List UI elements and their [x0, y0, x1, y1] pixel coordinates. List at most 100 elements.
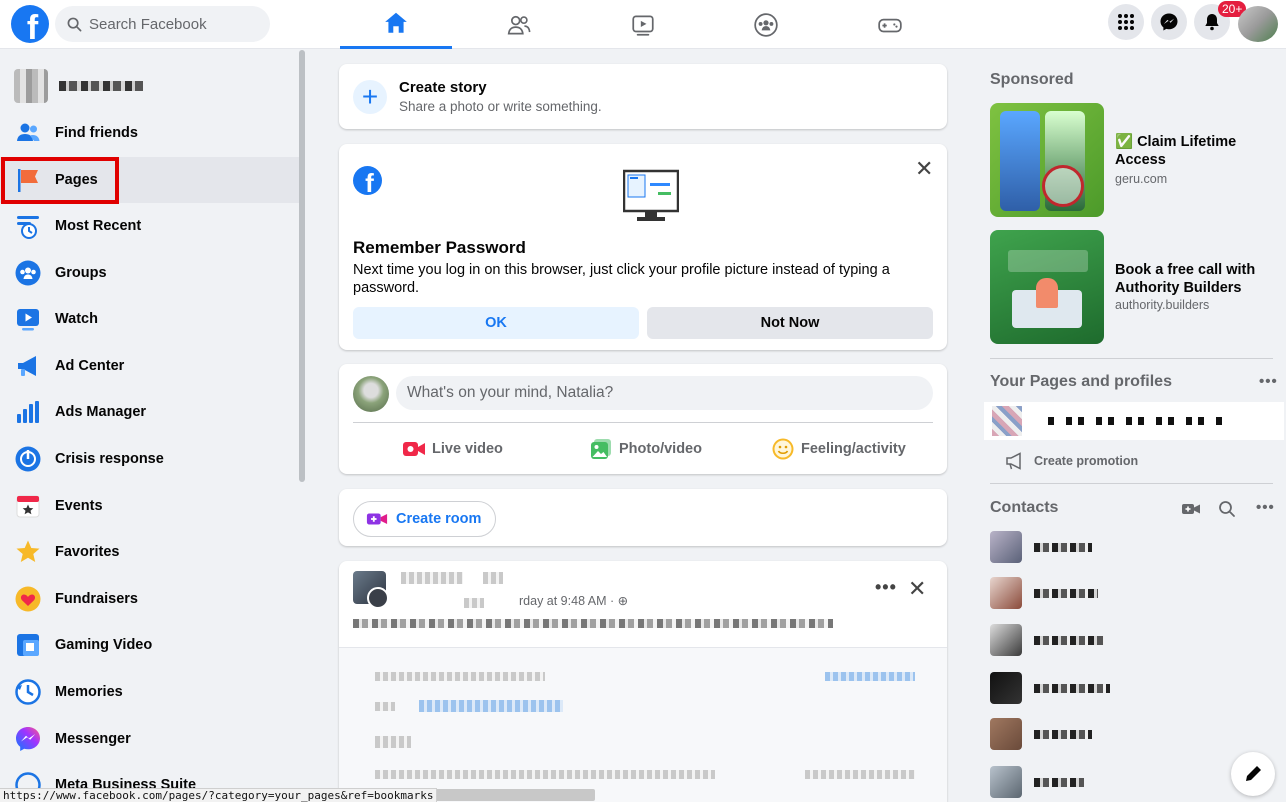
sponsored-heading: Sponsored — [990, 71, 1074, 88]
create-room-label: Create room — [396, 511, 482, 527]
star-icon — [14, 538, 42, 566]
preview-text-redacted — [805, 770, 915, 779]
more-options-icon[interactable]: ••• — [1259, 373, 1278, 390]
preview-text-redacted — [375, 672, 545, 681]
create-story-card[interactable]: + Create story Share a photo or write so… — [339, 64, 947, 129]
sidebar-item-events[interactable]: Events — [0, 483, 300, 529]
sidebar-item-ad-center[interactable]: Ad Center — [0, 343, 300, 389]
sidebar-item-most-recent[interactable]: Most Recent — [0, 203, 300, 249]
photo-video-button[interactable]: Photo/video — [589, 430, 702, 468]
sidebar-item-gaming-video[interactable]: Gaming Video — [0, 622, 300, 668]
contact-item[interactable] — [990, 714, 1260, 754]
preview-text-redacted — [375, 702, 395, 711]
ok-button[interactable]: OK — [353, 307, 639, 339]
profile-shortcut[interactable] — [8, 64, 218, 108]
facebook-logo[interactable]: f — [11, 5, 49, 43]
feeling-activity-button[interactable]: Feeling/activity — [771, 430, 906, 468]
live-video-button[interactable]: Live video — [402, 430, 503, 468]
messenger-button[interactable] — [1151, 4, 1187, 40]
tab-home[interactable] — [340, 0, 452, 49]
ad-title[interactable]: Book a free call with Authority Builders — [1115, 261, 1275, 297]
live-video-label: Live video — [432, 441, 503, 457]
sidebar-item-label: Most Recent — [55, 218, 142, 234]
ad-image[interactable] — [990, 230, 1104, 344]
post-timestamp-text: rday at 9:48 AM · — [519, 594, 618, 608]
sidebar-item-ads-manager[interactable]: Ads Manager — [0, 389, 300, 435]
remember-password-title: Remember Password — [353, 238, 526, 257]
sidebar-item-pages[interactable]: Pages — [0, 157, 300, 203]
groups-icon — [14, 259, 42, 287]
status-bar-url: https://www.facebook.com/pages/?category… — [0, 788, 438, 802]
tab-friends[interactable] — [463, 0, 575, 49]
monitor-illustration-icon — [623, 169, 679, 221]
sidebar-item-label: Pages — [55, 172, 98, 188]
post-timestamp[interactable]: rday at 9:48 AM · ⊕ — [519, 593, 628, 608]
ad-image[interactable] — [990, 103, 1104, 217]
sidebar-item-label: Ad Center — [55, 358, 125, 374]
search-input[interactable] — [89, 15, 259, 33]
avatar[interactable] — [353, 376, 389, 412]
more-options-icon[interactable]: ••• — [875, 577, 897, 598]
ad-domain: authority.builders — [1115, 298, 1210, 312]
create-room-button[interactable]: Create room — [353, 501, 497, 537]
photo-video-icon — [591, 439, 611, 459]
sidebar-item-watch[interactable]: Watch — [0, 296, 300, 342]
watch-icon — [14, 305, 42, 333]
sidebar-scrollbar[interactable] — [299, 50, 305, 482]
contact-name-redacted — [1034, 729, 1092, 739]
close-icon[interactable]: ✕ — [915, 158, 933, 180]
post-author-redacted[interactable] — [401, 572, 463, 584]
watch-icon — [632, 14, 654, 36]
ad-headline-graphic — [1008, 250, 1088, 272]
sidebar-item-messenger[interactable]: Messenger — [0, 716, 300, 762]
more-options-icon[interactable]: ••• — [1256, 499, 1275, 516]
sidebar-item-groups[interactable]: Groups — [0, 250, 300, 296]
avatar — [990, 672, 1022, 704]
divider — [990, 483, 1273, 484]
sidebar-item-label: Memories — [55, 684, 123, 700]
link-preview[interactable] — [339, 647, 947, 802]
contact-item[interactable] — [990, 762, 1260, 802]
contact-item[interactable] — [990, 620, 1260, 660]
magnifier-graphic — [1042, 165, 1084, 207]
contact-item[interactable] — [990, 527, 1260, 567]
sidebar-item-find-friends[interactable]: Find friends — [0, 110, 300, 156]
facebook-logo-letter: f — [26, 9, 39, 43]
friends-icon — [14, 119, 42, 147]
crisis-icon — [14, 445, 42, 473]
search-box[interactable] — [55, 6, 270, 42]
top-bar: f 20+ — [0, 0, 1286, 49]
new-room-icon[interactable] — [1181, 499, 1201, 519]
sidebar-item-fundraisers[interactable]: Fundraisers — [0, 576, 300, 622]
sidebar-item-memories[interactable]: Memories — [0, 669, 300, 715]
avatar — [990, 718, 1022, 750]
account-avatar[interactable] — [1238, 6, 1278, 42]
tab-watch[interactable] — [587, 0, 699, 49]
page-profile-row[interactable] — [984, 402, 1284, 440]
whats-on-your-mind-input[interactable]: What's on your mind, Natalia? — [396, 376, 933, 410]
avatar — [990, 624, 1022, 656]
sidebar-item-crisis-response[interactable]: Crisis response — [0, 436, 300, 482]
sidebar-item-favorites[interactable]: Favorites — [0, 529, 300, 575]
contact-name-redacted — [1034, 777, 1084, 787]
contact-item[interactable] — [990, 573, 1260, 613]
photo-video-label: Photo/video — [619, 441, 702, 457]
search-icon[interactable] — [1217, 499, 1237, 519]
gaming-icon — [878, 18, 902, 32]
create-promotion-button[interactable]: Create promotion — [1005, 451, 1138, 471]
not-now-button[interactable]: Not Now — [647, 307, 933, 339]
contact-name-redacted — [1034, 542, 1092, 552]
contact-name-redacted — [1034, 683, 1110, 693]
live-video-icon — [403, 442, 425, 456]
facebook-logo-icon: f — [353, 166, 382, 195]
menu-button[interactable] — [1108, 4, 1144, 40]
page-avatar — [992, 406, 1022, 436]
close-icon[interactable]: ✕ — [908, 578, 926, 600]
tab-groups[interactable] — [710, 0, 822, 49]
new-message-button[interactable] — [1231, 752, 1275, 796]
contact-item[interactable] — [990, 668, 1260, 708]
sidebar-item-label: Gaming Video — [55, 637, 153, 653]
ad-title[interactable]: ✅ Claim Lifetime Access — [1115, 133, 1275, 169]
tab-gaming[interactable] — [834, 0, 946, 49]
page-badge-icon — [367, 587, 389, 609]
